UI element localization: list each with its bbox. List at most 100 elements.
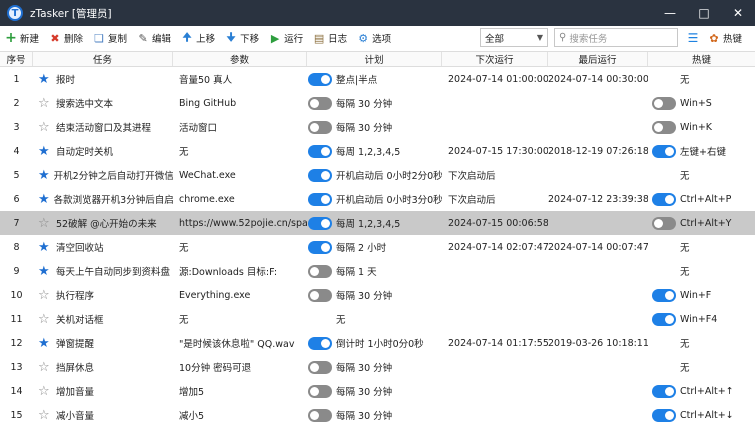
col-last-run[interactable]: 最后运行 [548,52,648,66]
plan-toggle[interactable] [308,192,332,206]
last-run-cell: 2024-07-14 00:07:47 [548,241,648,253]
move-up-button[interactable]: 🠉 上移 [176,26,220,50]
plan-text: 整点|半点 [336,75,378,86]
star-filled-icon[interactable]: ★ [38,73,52,86]
plan-cell: 每隔 30 分钟 [307,283,442,307]
plan-cell: 开机启动后 0小时3分0秒 [307,187,442,211]
toggle-knob [321,146,330,156]
col-next-run[interactable]: 下次运行 [442,52,548,66]
hotkey-text: Ctrl+Alt+↓ [680,409,734,421]
list-view-icon[interactable]: ☰ [685,30,701,46]
plan-toggle[interactable] [308,72,332,86]
plan-toggle[interactable] [308,360,332,374]
hotkey-text: Ctrl+Alt+Y [680,217,732,229]
hotkey-toggle[interactable] [652,96,676,110]
plan-toggle[interactable] [308,216,332,230]
table-row[interactable]: 9 ★ 每天上午自动同步到资料盘 源:Downloads 目标:F: 每隔 1 天 无 [0,259,755,283]
run-task-button[interactable]: ▶ 运行 [264,26,308,50]
search-input[interactable]: ⚲ 搜索任务 [554,28,678,47]
plan-toggle[interactable] [308,336,332,350]
table-row[interactable]: 14 ☆ 增加音量 增加5 每隔 30 分钟 Ctrl+Alt+↑ [0,379,755,403]
star-outline-icon[interactable]: ☆ [38,313,52,326]
toggle-knob [321,74,330,84]
close-button[interactable]: ✕ [721,0,755,26]
plan-text: 每隔 30 分钟 [336,123,393,134]
plan-toggle[interactable] [308,264,332,278]
plan-toggle[interactable] [308,240,332,254]
star-outline-icon[interactable]: ☆ [38,97,52,110]
table-row[interactable]: 13 ☆ 挡屏休息 10分钟 密码可退 每隔 30 分钟 无 [0,355,755,379]
star-outline-icon[interactable]: ☆ [38,289,52,302]
col-task[interactable]: 任务 [33,52,173,66]
options-button[interactable]: ⚙ 选项 [352,26,396,50]
toggle-knob [665,314,674,324]
hotkey-toggle[interactable] [652,216,676,230]
delete-task-button[interactable]: ✖ 删除 [44,26,88,50]
table-row[interactable]: 11 ☆ 关机对话框 无 无 Win+F4 [0,307,755,331]
table-row[interactable]: 15 ☆ 减小音量 减小5 每隔 30 分钟 Ctrl+Alt+↓ [0,403,755,425]
log-button[interactable]: ▤ 日志 [308,26,352,50]
hotkey-toggle[interactable] [652,192,676,206]
task-cell: ☆ 52破解 @心开始の未来 [33,211,173,235]
star-filled-icon[interactable]: ★ [38,241,52,254]
star-filled-icon[interactable]: ★ [38,265,52,278]
plan-toggle[interactable] [308,384,332,398]
plan-text: 每隔 1 天 [336,267,377,278]
star-outline-icon[interactable]: ☆ [38,217,52,230]
table-row[interactable]: 4 ★ 自动定时关机 无 每周 1,2,3,4,5 2024-07-15 17:30:00… [0,139,755,163]
hotkey-toggle[interactable] [652,312,676,326]
table-row[interactable]: 3 ☆ 结束活动窗口及其进程 活动窗口 每隔 30 分钟 Win+K [0,115,755,139]
new-task-button[interactable]: + 新建 [0,26,44,50]
plan-toggle[interactable] [308,288,332,302]
table-row[interactable]: 1 ★ 报时 音量50 真人 整点|半点 2024-07-14 01:00:00 2024-… [0,67,755,91]
hotkey-cell: Win+K [648,115,755,139]
search-placeholder: 搜索任务 [569,33,608,45]
table-row[interactable]: 7 ☆ 52破解 @心开始の未来 https://www.52pojie.cn/spa… [0,211,755,235]
star-filled-icon[interactable]: ★ [38,337,52,350]
row-number: 4 [13,145,20,157]
star-filled-icon[interactable]: ★ [38,193,50,206]
hotkey-cell: 无 [648,259,755,283]
maximize-button[interactable]: □ [687,0,721,26]
plan-toggle[interactable] [308,96,332,110]
col-param[interactable]: 参数 [173,52,307,66]
hotkey-toggle[interactable] [652,120,676,134]
hotkey-toggle[interactable] [652,144,676,158]
star-outline-icon[interactable]: ☆ [38,361,52,374]
table-row[interactable]: 5 ★ 开机2分钟之后自动打开微信 WeChat.exe 开机启动后 0小时2分0秒 下次… [0,163,755,187]
plan-toggle[interactable] [308,408,332,422]
star-outline-icon[interactable]: ☆ [38,409,52,422]
task-cell: ★ 自动定时关机 [33,139,173,163]
options-label: 选项 [372,34,392,45]
hotkey-button[interactable]: ✿ 热键 [708,26,742,50]
table-row[interactable]: 2 ☆ 搜索选中文本 Bing GitHub 每隔 30 分钟 Win+S [0,91,755,115]
hotkey-toggle[interactable] [652,288,676,302]
star-filled-icon[interactable]: ★ [38,145,52,158]
star-outline-icon[interactable]: ☆ [38,385,52,398]
filter-select[interactable]: 全部 ▼ [480,28,548,47]
col-hotkey[interactable]: 热键 [648,52,755,66]
plan-toggle[interactable] [308,168,332,182]
table-row[interactable]: 10 ☆ 执行程序 Everything.exe 每隔 30 分钟 Win+F [0,283,755,307]
minimize-button[interactable]: — [653,0,687,26]
toggle-knob [665,194,674,204]
hotkey-toggle[interactable] [652,408,676,422]
star-filled-icon[interactable]: ★ [38,169,50,182]
task-name: 开机2分钟之后自动打开微信 [53,171,173,182]
plan-toggle[interactable] [308,144,332,158]
table-row[interactable]: 12 ★ 弹窗提醒 "是时候该休息啦" QQ.wav 倒计时 1小时0分0秒 2024-0… [0,331,755,355]
col-plan[interactable]: 计划 [307,52,442,66]
col-no[interactable]: 序号 [0,52,33,66]
move-down-button[interactable]: 🠋 下移 [220,26,264,50]
hotkey-toggle[interactable] [652,384,676,398]
table-row[interactable]: 6 ★ 各款浏览器开机3分钟后自启 chrome.exe 开机启动后 0小时3分0秒 下次… [0,187,755,211]
hotkey-cell: 无 [648,331,755,355]
copy-task-button[interactable]: ❏ 复制 [88,26,132,50]
last-run-cell [548,115,648,139]
task-cell: ☆ 执行程序 [33,283,173,307]
star-outline-icon[interactable]: ☆ [38,121,52,134]
plan-toggle[interactable] [308,120,332,134]
table-row[interactable]: 8 ★ 清空回收站 无 每隔 2 小时 2024-07-14 02:07:47 2024-0… [0,235,755,259]
edit-task-button[interactable]: ✎ 编辑 [132,26,176,50]
plan-cell: 无 [307,307,442,331]
